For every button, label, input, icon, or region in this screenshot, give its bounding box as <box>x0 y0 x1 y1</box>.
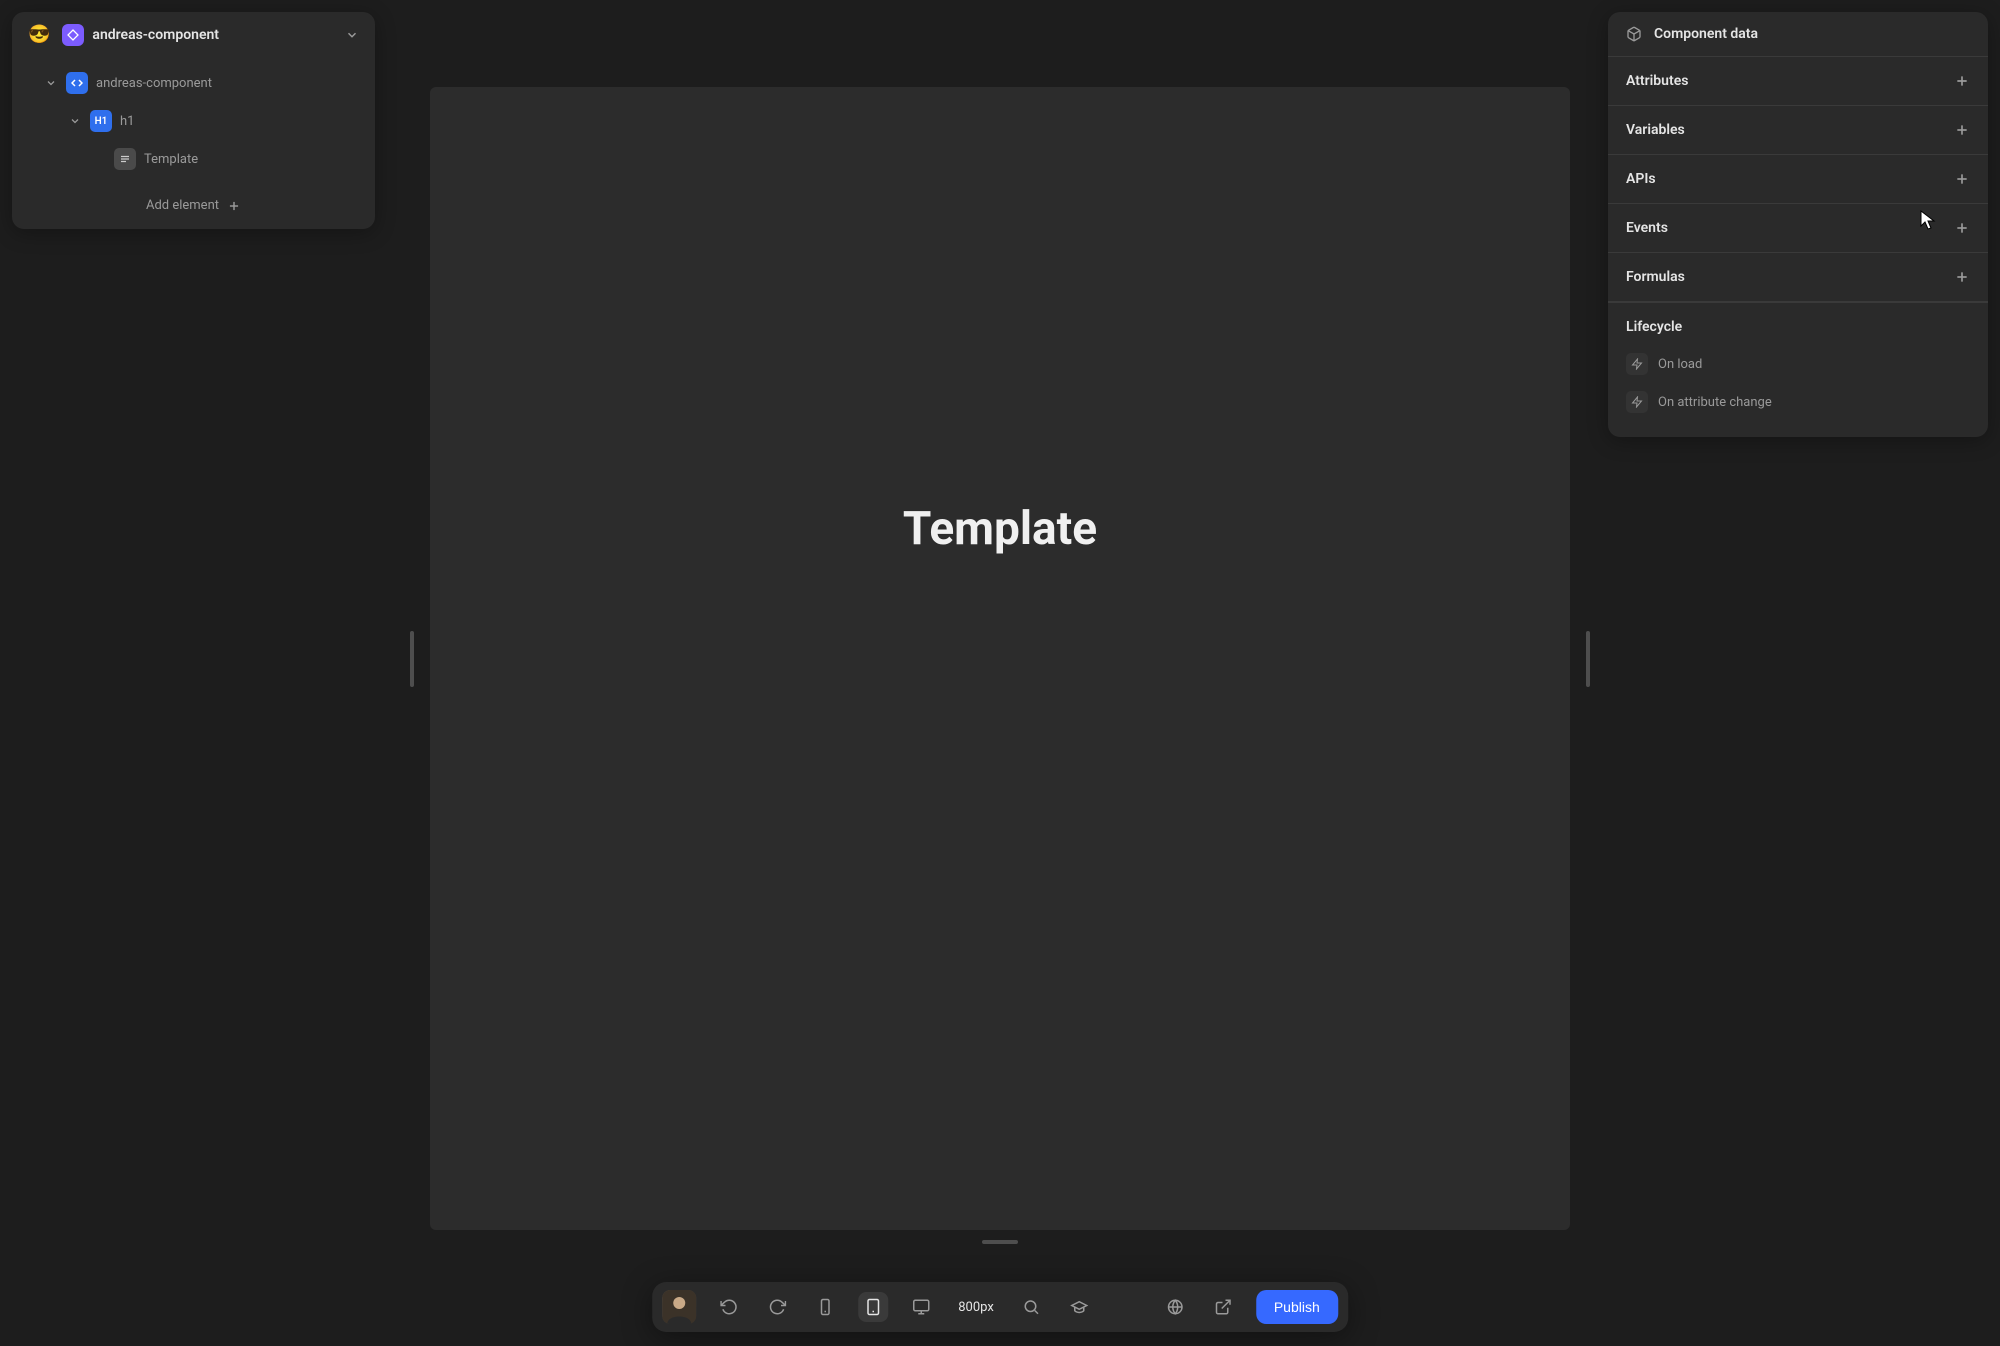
section-label: Attributes <box>1626 73 1688 89</box>
plus-icon[interactable] <box>1954 220 1970 236</box>
left-panel: 😎 andreas-component andreas-component H1 <box>12 12 375 229</box>
h1-icon: H1 <box>90 110 112 132</box>
plus-icon[interactable] <box>1954 171 1970 187</box>
user-avatar[interactable] <box>662 1290 696 1324</box>
tree-row-h1[interactable]: H1 h1 <box>20 102 367 140</box>
right-panel: Component data Attributes Variables APIs… <box>1608 12 1988 437</box>
lifecycle-title: Lifecycle <box>1626 315 1970 335</box>
tablet-icon[interactable] <box>858 1292 888 1322</box>
viewport-size[interactable]: 800px <box>954 1300 998 1315</box>
chevron-down-icon <box>68 115 82 127</box>
element-tree: andreas-component H1 h1 Template <box>12 58 375 180</box>
chevron-down-icon <box>44 77 58 89</box>
code-icon <box>66 72 88 94</box>
text-icon <box>114 148 136 170</box>
add-element-label: Add element <box>146 198 219 213</box>
plus-icon[interactable] <box>1954 122 1970 138</box>
lifecycle-on-attribute-change[interactable]: On attribute change <box>1626 383 1970 421</box>
add-element-button[interactable]: Add element <box>12 184 375 229</box>
section-variables[interactable]: Variables <box>1608 106 1988 155</box>
redo-icon[interactable] <box>762 1292 792 1322</box>
lightning-icon <box>1626 353 1648 375</box>
tree-label: h1 <box>120 114 134 129</box>
right-panel-header: Component data <box>1608 12 1988 57</box>
component-selector[interactable]: 😎 andreas-component <box>12 12 375 58</box>
component-icon <box>62 24 84 46</box>
cube-icon <box>1626 26 1642 42</box>
section-lifecycle: Lifecycle On load On attribute change <box>1608 302 1988 437</box>
plus-icon[interactable] <box>1954 73 1970 89</box>
mobile-icon[interactable] <box>810 1292 840 1322</box>
publish-button[interactable]: Publish <box>1256 1290 1338 1324</box>
section-label: Variables <box>1626 122 1685 138</box>
globe-icon[interactable] <box>1160 1292 1190 1322</box>
tree-row-root[interactable]: andreas-component <box>20 64 367 102</box>
section-label: APIs <box>1626 171 1656 187</box>
tree-label: andreas-component <box>96 76 212 91</box>
lifecycle-label: On load <box>1658 357 1702 372</box>
graduation-cap-icon[interactable] <box>1064 1292 1094 1322</box>
section-formulas[interactable]: Formulas <box>1608 253 1988 302</box>
external-link-icon[interactable] <box>1208 1292 1238 1322</box>
section-label: Formulas <box>1626 269 1685 285</box>
tree-row-template[interactable]: Template <box>20 140 367 178</box>
canvas[interactable]: Template <box>430 87 1570 1230</box>
chevron-down-icon <box>345 28 359 42</box>
lifecycle-label: On attribute change <box>1658 395 1772 410</box>
plus-icon[interactable] <box>1954 269 1970 285</box>
project-emoji: 😎 <box>28 26 50 44</box>
search-icon[interactable] <box>1016 1292 1046 1322</box>
lifecycle-on-load[interactable]: On load <box>1626 345 1970 383</box>
play-icon[interactable] <box>1112 1292 1142 1322</box>
lightning-icon <box>1626 391 1648 413</box>
component-name: andreas-component <box>92 27 219 43</box>
section-attributes[interactable]: Attributes <box>1608 57 1988 106</box>
tree-label: Template <box>144 152 198 167</box>
canvas-heading: Template <box>903 502 1097 556</box>
desktop-icon[interactable] <box>906 1292 936 1322</box>
section-apis[interactable]: APIs <box>1608 155 1988 204</box>
plus-icon <box>227 199 241 213</box>
section-events[interactable]: Events <box>1608 204 1988 253</box>
section-label: Events <box>1626 220 1668 236</box>
resize-handle-bottom[interactable] <box>982 1240 1018 1244</box>
undo-icon[interactable] <box>714 1292 744 1322</box>
right-panel-title: Component data <box>1654 26 1758 42</box>
bottom-toolbar: 800px Publish <box>652 1282 1348 1332</box>
